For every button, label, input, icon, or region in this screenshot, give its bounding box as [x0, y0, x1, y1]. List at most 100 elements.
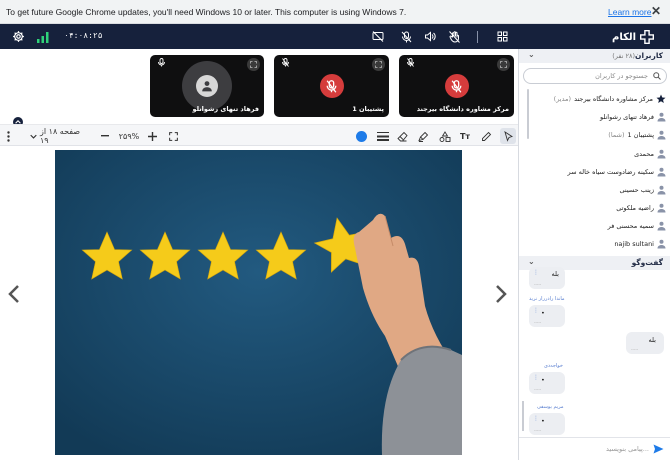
message-text: بله [551, 270, 559, 278]
more-options-icon[interactable] [4, 129, 12, 143]
user-name: مرکز مشاوره دانشگاه بیرجند [574, 95, 653, 103]
chat-message: ⋮ • ----- [529, 372, 565, 394]
fullscreen-icon[interactable] [247, 58, 260, 71]
pen-icon[interactable] [480, 129, 493, 143]
user-name: پشتیبان 1 [627, 131, 654, 139]
video-tile-center[interactable]: مرکز مشاوره دانشگاه بیرجند [399, 55, 514, 117]
users-count: (۲۸ نفر) [612, 52, 636, 60]
message-menu-icon[interactable]: ⋮ [533, 307, 539, 314]
settings-icon[interactable] [11, 28, 26, 45]
zoom-out-icon[interactable] [100, 129, 110, 143]
chat-message: ⋮ بله ----- [529, 267, 565, 289]
fullscreen-icon[interactable] [497, 58, 510, 71]
learn-more-link[interactable]: Learn more [608, 7, 651, 17]
video-tile-farhad[interactable]: فرهاد تنهای رشوانلو [150, 55, 264, 117]
user-name: فرهاد تنهای رشوانلو [599, 113, 654, 121]
speaker-icon[interactable] [423, 28, 437, 45]
message-sender: خواجه‌دی [544, 363, 563, 369]
whiteboard-toolbar: صفحه ۱۸ از ۱۹ ۲۵۹% Tт [0, 124, 518, 146]
chat-message: بله ----- [626, 332, 664, 354]
close-icon[interactable]: ✕ [651, 4, 661, 18]
text-tool-icon[interactable]: Tт [458, 129, 472, 143]
avatar [182, 61, 232, 111]
message-menu-icon[interactable]: ⋮ [533, 415, 539, 422]
send-icon[interactable] [653, 444, 664, 454]
chat-input-placeholder: پیامی بنویسید... [605, 445, 649, 453]
zoom-in-icon[interactable] [147, 129, 157, 143]
chat-message: ⋮ • ----- [529, 305, 565, 327]
participant-name: مرکز مشاوره دانشگاه بیرجند [416, 105, 509, 113]
users-section-header[interactable]: ⌄ کاربران(۲۸ نفر) [519, 49, 670, 63]
mic-off-icon [282, 58, 289, 69]
user-name: زینب حسینی [619, 186, 654, 194]
user-name: سکینه رضادوست سیاه خاله سر [567, 168, 655, 176]
fit-screen-icon[interactable] [168, 129, 179, 143]
user-item[interactable]: najib sultani [614, 237, 666, 251]
stroke-width-icon[interactable] [376, 129, 389, 143]
message-sender: مریم یوسفی [537, 404, 564, 410]
highlighter-icon[interactable] [417, 129, 430, 143]
user-item[interactable]: سکینه رضادوست سیاه خاله سر [568, 165, 667, 179]
logo-text: الکام [612, 31, 637, 43]
previous-slide-icon[interactable] [8, 284, 20, 310]
page-dropdown-chevron-icon[interactable] [28, 129, 38, 143]
shapes-icon[interactable] [438, 129, 451, 143]
presentation-stage [0, 146, 518, 460]
warning-message: To get future Google Chrome updates, you… [6, 7, 407, 17]
message-text: • [541, 309, 545, 317]
user-item[interactable]: (شما) پشتیبان 1 [608, 128, 666, 142]
user-icon [202, 81, 212, 92]
user-item[interactable]: زینب حسینی [619, 183, 666, 197]
users-scrollbar[interactable] [527, 89, 529, 139]
hand-raise-icon[interactable] [447, 28, 461, 45]
app-logo: الکام [612, 30, 655, 44]
fullscreen-icon[interactable] [372, 58, 385, 71]
search-icon [653, 72, 661, 80]
user-icon [657, 130, 666, 140]
search-placeholder: جستوجو در کاربران [595, 72, 648, 80]
page-indicator[interactable]: صفحه ۱۸ از ۱۹ [40, 127, 86, 145]
app-top-bar: ۰۴:۰۸:۲۵ الکام [0, 24, 670, 49]
video-tile-support[interactable]: پشتیبان 1 [274, 55, 389, 117]
message-menu-icon[interactable]: ⋮ [533, 374, 539, 381]
chat-message-input[interactable]: پیامی بنویسید... [519, 437, 670, 460]
user-name: راضیه ملکوتی [616, 204, 654, 212]
select-pointer-icon[interactable] [500, 128, 516, 144]
color-picker[interactable] [355, 129, 368, 143]
user-item[interactable]: راضیه ملکوتی [616, 201, 666, 215]
user-icon [657, 203, 666, 213]
user-item[interactable]: سمیه محسنی فر [608, 219, 666, 233]
user-search-input[interactable]: جستوجو در کاربران [523, 68, 667, 84]
message-menu-icon[interactable]: ⋮ [533, 269, 539, 276]
muted-mic-icon [319, 74, 344, 98]
message-sender: ماندا رادر‌رار نرید [529, 296, 565, 302]
chat-messages: ⋮ بله ----- ماندا رادر‌رار نرید ⋮ • ----… [519, 267, 670, 436]
grid-layout-icon[interactable] [495, 28, 509, 45]
user-icon [657, 167, 666, 177]
muted-mic-icon [444, 74, 469, 98]
chat-title: گفت‌وگو [631, 258, 663, 267]
eraser-icon[interactable] [396, 129, 409, 143]
user-item[interactable]: فرهاد تنهای رشوانلو [600, 110, 666, 124]
five-stars-rating-image [55, 150, 462, 455]
chat-scrollbar[interactable] [522, 401, 524, 431]
chrome-update-warning-bar: To get future Google Chrome updates, you… [0, 0, 670, 24]
color-swatch [356, 130, 367, 142]
message-time: ----- [534, 320, 542, 325]
chevron-down-icon[interactable]: ⌄ [528, 257, 535, 266]
user-item[interactable]: محمدی [634, 147, 666, 161]
user-role: (شما) [608, 131, 625, 139]
logo-cross-icon [640, 30, 655, 44]
screen-share-off-icon[interactable] [371, 28, 385, 45]
user-icon [657, 221, 666, 231]
admin-star-icon [656, 94, 666, 103]
user-item[interactable]: (مدیر) مرکز مشاوره دانشگاه بیرجند [554, 92, 666, 106]
signal-icon [36, 28, 50, 45]
participant-name: پشتیبان 1 [352, 105, 384, 113]
mic-off-icon[interactable] [399, 28, 413, 45]
chevron-down-icon[interactable]: ⌄ [528, 50, 535, 59]
mic-icon [158, 58, 165, 69]
next-slide-icon[interactable] [495, 284, 507, 310]
right-side-panel: ⌄ کاربران(۲۸ نفر) جستوجو در کاربران (مدی… [518, 49, 670, 460]
mic-off-icon [407, 58, 414, 69]
